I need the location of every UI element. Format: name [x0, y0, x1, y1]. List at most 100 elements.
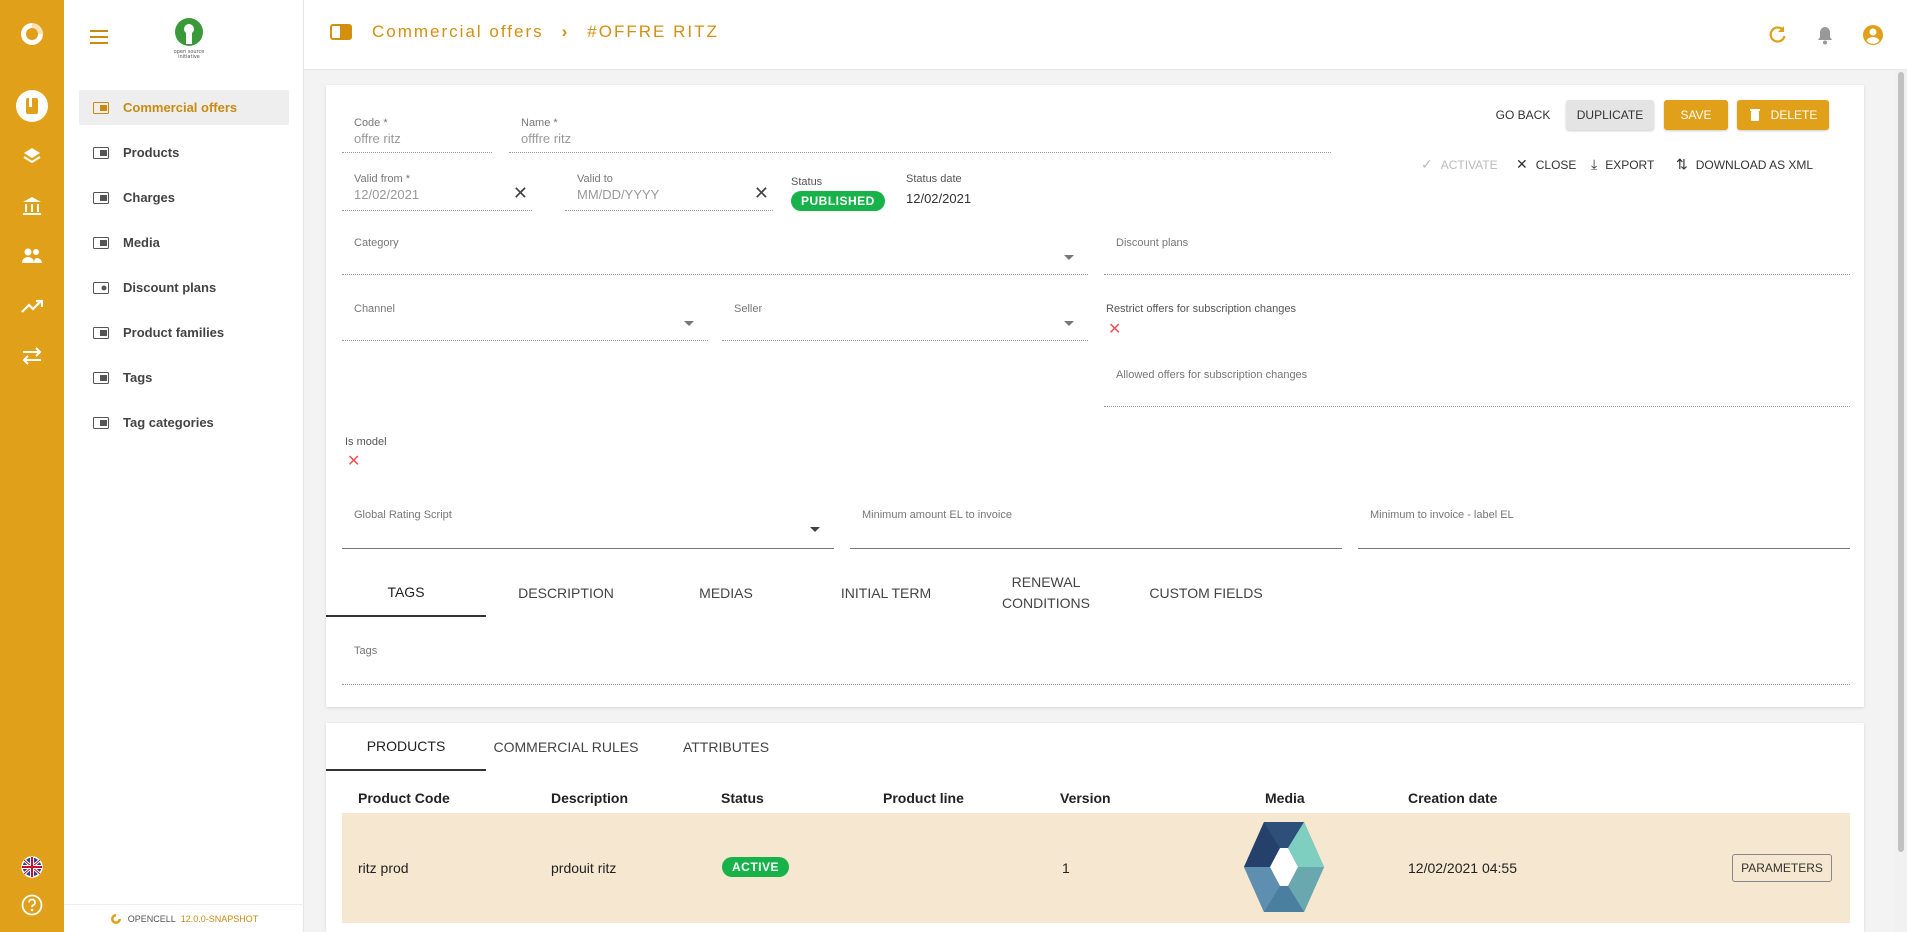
close-action[interactable]: ✕ CLOSE	[1516, 156, 1576, 173]
rating-script-label: Global Rating Script	[354, 509, 452, 521]
opencell-logo-icon[interactable]	[18, 20, 46, 48]
sidebar-item-tag-categories[interactable]: Tag categories	[79, 405, 289, 440]
code-label: Code *	[354, 117, 388, 129]
tab-renewal-conditions[interactable]: RENEWAL CONDITIONS	[981, 569, 1111, 617]
min-label-field[interactable]: Minimum to invoice - label EL	[1358, 509, 1850, 549]
chevron-right-icon: ›	[561, 22, 570, 41]
download-icon: ⤓	[1591, 156, 1598, 172]
channel-label: Channel	[354, 303, 395, 315]
download-xml-action[interactable]: ⇅ DOWNLOAD AS XML	[1676, 156, 1813, 173]
activate-label: ACTIVATE	[1440, 157, 1498, 172]
top-bar: Commercial offers › #OFFRE RITZ	[304, 0, 1907, 70]
tab-description[interactable]: DESCRIPTION	[486, 569, 646, 617]
help-icon[interactable]	[18, 891, 46, 919]
tab-initial-term[interactable]: INITIAL TERM	[806, 569, 966, 617]
breadcrumb-root[interactable]: Commercial offers	[372, 22, 544, 42]
sidebar-item-label: Commercial offers	[123, 100, 238, 115]
delete-label: DELETE	[1770, 108, 1818, 122]
tab-medias[interactable]: MEDIAS	[646, 569, 806, 617]
min-amount-field[interactable]: Minimum amount EL to invoice	[850, 509, 1342, 549]
column-header-creation-date[interactable]: Creation date	[1408, 790, 1497, 806]
export-action[interactable]: ⤓ EXPORT	[1591, 156, 1654, 173]
column-header-media[interactable]: Media	[1265, 790, 1305, 806]
discount-plans-field[interactable]: Discount plans	[1104, 237, 1850, 275]
unchecked-x-icon[interactable]: ✕	[1108, 319, 1121, 339]
seller-select[interactable]: Seller	[722, 303, 1088, 341]
offers-icon[interactable]	[16, 90, 48, 122]
tab-custom-fields[interactable]: CUSTOM FIELDS	[1126, 569, 1286, 617]
sidebar-item-charges[interactable]: Charges	[79, 180, 289, 215]
transfer-icon[interactable]	[18, 342, 46, 370]
tab-tags[interactable]: TAGS	[326, 569, 486, 617]
sidebar-item-label: Discount plans	[123, 280, 217, 295]
sidebar-item-media[interactable]: Media	[79, 225, 289, 260]
layers-icon[interactable]	[18, 142, 46, 170]
sidebar-item-commercial-offers[interactable]: Commercial offers	[79, 90, 289, 125]
status-date-label: Status date	[906, 173, 962, 185]
charge-icon	[93, 191, 109, 204]
column-header-status[interactable]: Status	[721, 790, 764, 806]
go-back-button[interactable]: GO BACK	[1488, 100, 1558, 130]
name-field[interactable]: Name * offfre ritz	[509, 117, 1331, 153]
min-amount-label: Minimum amount EL to invoice	[862, 509, 1012, 521]
unchecked-x-icon[interactable]: ✕	[347, 451, 360, 471]
restrict-toggle[interactable]: Restrict offers for subscription changes	[1106, 303, 1296, 315]
bank-icon[interactable]	[18, 192, 46, 220]
clear-icon[interactable]: ✕	[513, 183, 528, 204]
seller-label: Seller	[734, 303, 763, 315]
discount-plans-label: Discount plans	[1116, 237, 1189, 249]
column-header-version[interactable]: Version	[1060, 790, 1111, 806]
allowed-offers-field[interactable]: Allowed offers for subscription changes	[1104, 369, 1850, 407]
flag-uk-icon[interactable]	[18, 853, 46, 881]
is-model-toggle[interactable]: Is model	[345, 436, 387, 448]
status-label: Status	[791, 176, 823, 188]
delete-button[interactable]: DELETE	[1737, 100, 1829, 130]
people-icon[interactable]	[18, 242, 46, 270]
tab-commercial-rules[interactable]: COMMERCIAL RULES	[486, 723, 646, 771]
menu-icon[interactable]	[90, 30, 108, 46]
sidebar-item-label: Tags	[123, 370, 153, 385]
rating-script-select[interactable]: Global Rating Script	[342, 509, 834, 549]
trash-icon	[1749, 109, 1760, 121]
opencell-small-icon	[110, 913, 121, 924]
offer-form-card: Code * offre ritz Name * offfre ritz GO …	[326, 85, 1864, 707]
media-thumbnail[interactable]	[1232, 818, 1336, 916]
valid-from-field[interactable]: Valid from * 12/02/2021 ✕	[342, 173, 532, 211]
name-label: Name *	[521, 117, 558, 129]
clear-icon[interactable]: ✕	[754, 183, 769, 204]
cell-description: prdouit ritz	[551, 860, 617, 876]
column-header-description[interactable]: Description	[551, 790, 628, 806]
page-scrollbar[interactable]	[1895, 70, 1907, 932]
channel-select[interactable]: Channel	[342, 303, 708, 341]
tags-field[interactable]: Tags	[342, 645, 1850, 685]
tags-label: Tags	[354, 645, 378, 657]
activate-action[interactable]: ✓ ACTIVATE	[1421, 156, 1498, 173]
tab-attributes[interactable]: ATTRIBUTES	[646, 723, 806, 771]
sidebar-item-discount-plans[interactable]: Discount plans	[79, 270, 289, 305]
svg-text:initiative: initiative	[178, 54, 200, 60]
restrict-label: Restrict offers for subscription changes	[1106, 303, 1296, 315]
wallet-icon	[93, 281, 109, 294]
sidebar-item-product-families[interactable]: Product families	[79, 315, 289, 350]
refresh-icon[interactable]	[1766, 24, 1788, 46]
code-field[interactable]: Code * offre ritz	[342, 117, 492, 153]
valid-to-field[interactable]: Valid to MM/DD/YYYY ✕	[565, 173, 773, 211]
parameters-button[interactable]: PARAMETERS	[1732, 854, 1832, 882]
bell-icon[interactable]	[1814, 24, 1836, 46]
cell-creation-date: 12/02/2021 04:55	[1408, 860, 1517, 876]
sidebar-item-products[interactable]: Products	[79, 135, 289, 170]
allowed-offers-label: Allowed offers for subscription changes	[1116, 369, 1308, 381]
category-select[interactable]: Category	[342, 237, 1088, 275]
chevron-down-icon	[1064, 255, 1074, 260]
column-header-product-line[interactable]: Product line	[883, 790, 964, 806]
trend-icon[interactable]	[18, 292, 46, 320]
scrollbar-thumb[interactable]	[1898, 72, 1904, 852]
account-icon[interactable]	[1862, 24, 1884, 46]
tab-products[interactable]: PRODUCTS	[326, 723, 486, 771]
chevron-down-icon	[684, 321, 694, 326]
valid-to-label: Valid to	[577, 173, 613, 185]
sidebar-item-tags[interactable]: Tags	[79, 360, 289, 395]
duplicate-button[interactable]: DUPLICATE	[1566, 100, 1654, 130]
column-header-product-code[interactable]: Product Code	[358, 790, 450, 806]
save-button[interactable]: SAVE	[1664, 100, 1728, 130]
